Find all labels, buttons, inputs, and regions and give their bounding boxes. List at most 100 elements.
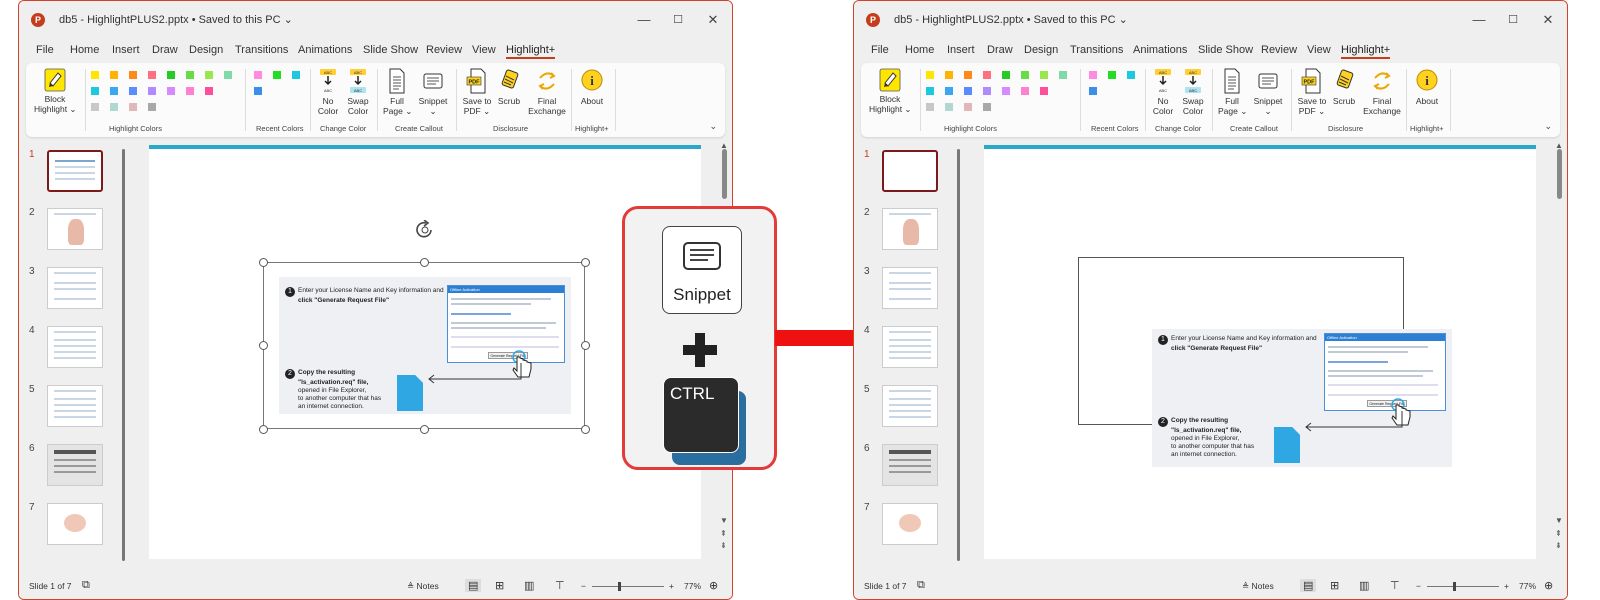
color-swatch[interactable] [91, 87, 99, 95]
no-color-button[interactable]: ABC ABC No Color [316, 68, 340, 116]
slide-thumbnail-2[interactable] [47, 208, 103, 250]
zoom-out-button[interactable]: − [1416, 581, 1421, 591]
slide-thumbnail-3[interactable] [47, 267, 103, 309]
accessibility-icon[interactable]: ⧉ [917, 579, 925, 592]
color-swatch[interactable] [964, 87, 972, 95]
close-button[interactable]: ✕ [1537, 10, 1559, 30]
color-swatch[interactable] [983, 87, 991, 95]
window-title[interactable]: db5 - HighlightPLUS2.pptx • Saved to thi… [59, 13, 293, 26]
no-color-button[interactable]: ABC ABC No Color [1151, 68, 1175, 116]
resize-handle[interactable] [259, 341, 268, 350]
notes-button[interactable]: ≜ Notes [407, 581, 439, 592]
slide-canvas[interactable]: 1 Enter your License Name and Key informa… [149, 145, 701, 559]
color-swatch[interactable] [186, 71, 194, 79]
slide-thumbnail-5[interactable] [882, 385, 938, 427]
color-swatch[interactable] [273, 71, 281, 79]
collapse-ribbon-icon[interactable]: ⌄ [1544, 121, 1552, 132]
thumbnail-scrollbar[interactable] [120, 141, 128, 569]
slide-sorter-icon[interactable]: ⊞ [1330, 579, 1339, 592]
save-to-pdf-button[interactable]: PDF Save to PDF ⌄ [460, 68, 494, 116]
color-swatch[interactable] [1021, 71, 1029, 79]
color-swatch[interactable] [1089, 71, 1097, 79]
color-swatch[interactable] [964, 71, 972, 79]
color-swatch[interactable] [1127, 71, 1135, 79]
snippet-button[interactable]: Snippet ⌄ [1250, 68, 1286, 116]
swap-color-button[interactable]: ABC ABC Swap Color [1179, 68, 1207, 116]
slide-scrollbar[interactable]: ▲ ▼ ⇞ ⇟ [1553, 141, 1565, 569]
tab-draw[interactable]: Draw [152, 44, 178, 56]
tab-review[interactable]: Review [1261, 44, 1297, 56]
minimize-button[interactable]: — [633, 10, 655, 30]
resize-handle[interactable] [420, 258, 429, 267]
zoom-in-button[interactable]: + [669, 581, 674, 591]
color-swatch[interactable] [254, 87, 262, 95]
maximize-button[interactable]: ☐ [1502, 10, 1524, 30]
tab-view[interactable]: View [1307, 44, 1331, 56]
activation-instructions-snippet[interactable]: 1 Enter your License Name and Key informa… [1152, 329, 1452, 467]
color-swatch[interactable] [964, 103, 972, 111]
slide-thumbnail-7[interactable] [882, 503, 938, 545]
slide-thumbnail-1[interactable] [882, 150, 938, 192]
slide-thumbnail-6[interactable] [47, 444, 103, 486]
color-swatch[interactable] [148, 103, 156, 111]
tab-draw[interactable]: Draw [987, 44, 1013, 56]
normal-view-icon[interactable]: ▤ [465, 579, 482, 592]
tab-slide-show[interactable]: Slide Show [363, 44, 418, 56]
tab-review[interactable]: Review [426, 44, 462, 56]
color-swatch[interactable] [167, 87, 175, 95]
slideshow-icon[interactable]: ⊤ [1390, 579, 1400, 592]
zoom-slider-thumb[interactable] [618, 582, 621, 591]
minimize-button[interactable]: — [1468, 10, 1490, 30]
reading-view-icon[interactable]: ▥ [1359, 579, 1369, 592]
tab-insert[interactable]: Insert [112, 44, 140, 56]
block-highlight-button[interactable]: Block Highlight ⌄ [34, 68, 77, 114]
about-button[interactable]: i About [1409, 68, 1445, 106]
tab-transitions[interactable]: Transitions [1070, 44, 1123, 56]
reading-view-icon[interactable]: ▥ [524, 579, 534, 592]
zoom-level[interactable]: 77% [1519, 581, 1536, 591]
color-swatch[interactable] [205, 71, 213, 79]
notes-button[interactable]: ≜ Notes [1242, 581, 1274, 592]
rotate-handle-icon[interactable] [414, 220, 436, 244]
tab-highlight-plus[interactable]: Highlight+ [506, 44, 556, 59]
tab-animations[interactable]: Animations [298, 44, 352, 56]
color-swatch[interactable] [91, 103, 99, 111]
color-swatch[interactable] [224, 71, 232, 79]
color-swatch[interactable] [148, 71, 156, 79]
color-swatch[interactable] [129, 103, 137, 111]
final-exchange-button[interactable]: Final Exchange [1362, 68, 1402, 116]
scrub-button[interactable]: Scrub [496, 68, 522, 106]
swap-color-button[interactable]: ABC ABC Swap Color [344, 68, 372, 116]
slide-thumbnail-3[interactable] [882, 267, 938, 309]
zoom-in-button[interactable]: + [1504, 581, 1509, 591]
save-to-pdf-button[interactable]: PDF Save to PDF ⌄ [1295, 68, 1329, 116]
tab-file[interactable]: File [36, 44, 54, 56]
tab-home[interactable]: Home [905, 44, 934, 56]
color-swatch[interactable] [167, 71, 175, 79]
resize-handle[interactable] [259, 258, 268, 267]
about-button[interactable]: i About [574, 68, 610, 106]
color-swatch[interactable] [1021, 87, 1029, 95]
close-button[interactable]: ✕ [702, 10, 724, 30]
thumbnail-scrollbar[interactable] [955, 141, 963, 569]
color-swatch[interactable] [983, 71, 991, 79]
normal-view-icon[interactable]: ▤ [1300, 579, 1317, 592]
color-swatch[interactable] [926, 71, 934, 79]
color-swatch[interactable] [1059, 71, 1067, 79]
color-swatch[interactable] [983, 103, 991, 111]
tab-insert[interactable]: Insert [947, 44, 975, 56]
color-swatch[interactable] [1002, 87, 1010, 95]
snippet-button[interactable]: Snippet ⌄ [415, 68, 451, 116]
fit-to-window-icon[interactable]: ⊕ [709, 579, 718, 592]
tab-home[interactable]: Home [70, 44, 99, 56]
zoom-slider[interactable] [592, 586, 664, 587]
color-swatch[interactable] [1108, 71, 1116, 79]
accessibility-icon[interactable]: ⧉ [82, 579, 90, 592]
resize-handle[interactable] [259, 425, 268, 434]
color-swatch[interactable] [110, 87, 118, 95]
color-swatch[interactable] [148, 87, 156, 95]
color-swatch[interactable] [254, 71, 262, 79]
scrub-button[interactable]: Scrub [1331, 68, 1357, 106]
color-swatch[interactable] [110, 71, 118, 79]
maximize-button[interactable]: ☐ [667, 10, 689, 30]
